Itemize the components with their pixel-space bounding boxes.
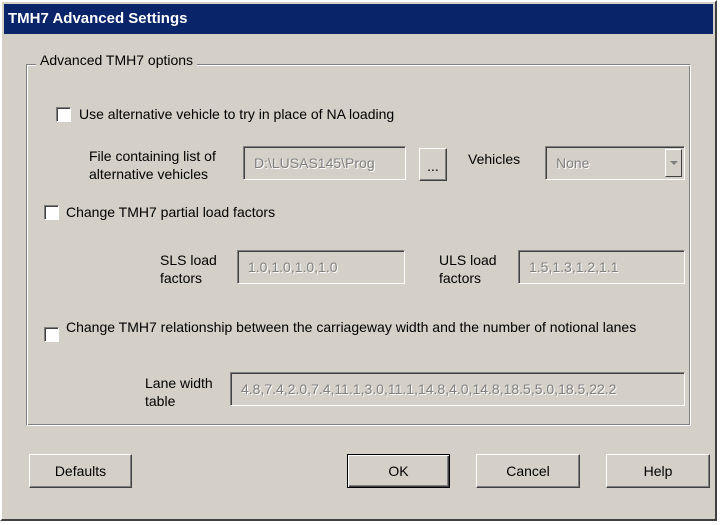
lanes-checkbox[interactable] bbox=[44, 327, 59, 342]
alt-vehicle-label: Use alternative vehicle to try in place … bbox=[79, 106, 395, 122]
vehicle-file-input[interactable]: D:\LUSAS145\Prog bbox=[243, 146, 406, 180]
sls-label: SLS load factors bbox=[160, 252, 217, 286]
chevron-down-icon[interactable] bbox=[665, 149, 682, 177]
vehicles-label: Vehicles bbox=[468, 151, 521, 167]
help-button[interactable]: Help bbox=[606, 454, 710, 488]
dialog-title: TMH7 Advanced Settings bbox=[4, 4, 713, 34]
sls-factors-input[interactable]: 1.0,1.0,1.0,1.0 bbox=[237, 250, 405, 284]
browse-button[interactable]: ... bbox=[419, 148, 447, 181]
uls-factors-input[interactable]: 1.5,1.3,1.2,1.1 bbox=[518, 250, 685, 284]
uls-label: ULS load factors bbox=[439, 252, 497, 286]
lane-width-input[interactable]: 4.8,7.4,2.0,7.4,11.1,3.0,11.1,14.8,4.0,1… bbox=[230, 372, 685, 406]
partial-load-checkbox[interactable] bbox=[44, 205, 59, 220]
partial-load-label: Change TMH7 partial load factors bbox=[66, 204, 276, 220]
cancel-button[interactable]: Cancel bbox=[476, 454, 580, 488]
group-legend: Advanced TMH7 options bbox=[36, 52, 198, 68]
file-list-label: File containing list of alternative vehi… bbox=[89, 148, 216, 182]
lanes-label: Change TMH7 relationship between the car… bbox=[66, 319, 637, 335]
ok-button[interactable]: OK bbox=[347, 454, 450, 488]
lane-width-label: Lane width table bbox=[145, 375, 213, 409]
vehicles-select[interactable]: None bbox=[545, 146, 685, 180]
defaults-button[interactable]: Defaults bbox=[29, 454, 132, 488]
alt-vehicle-checkbox[interactable] bbox=[56, 107, 71, 122]
